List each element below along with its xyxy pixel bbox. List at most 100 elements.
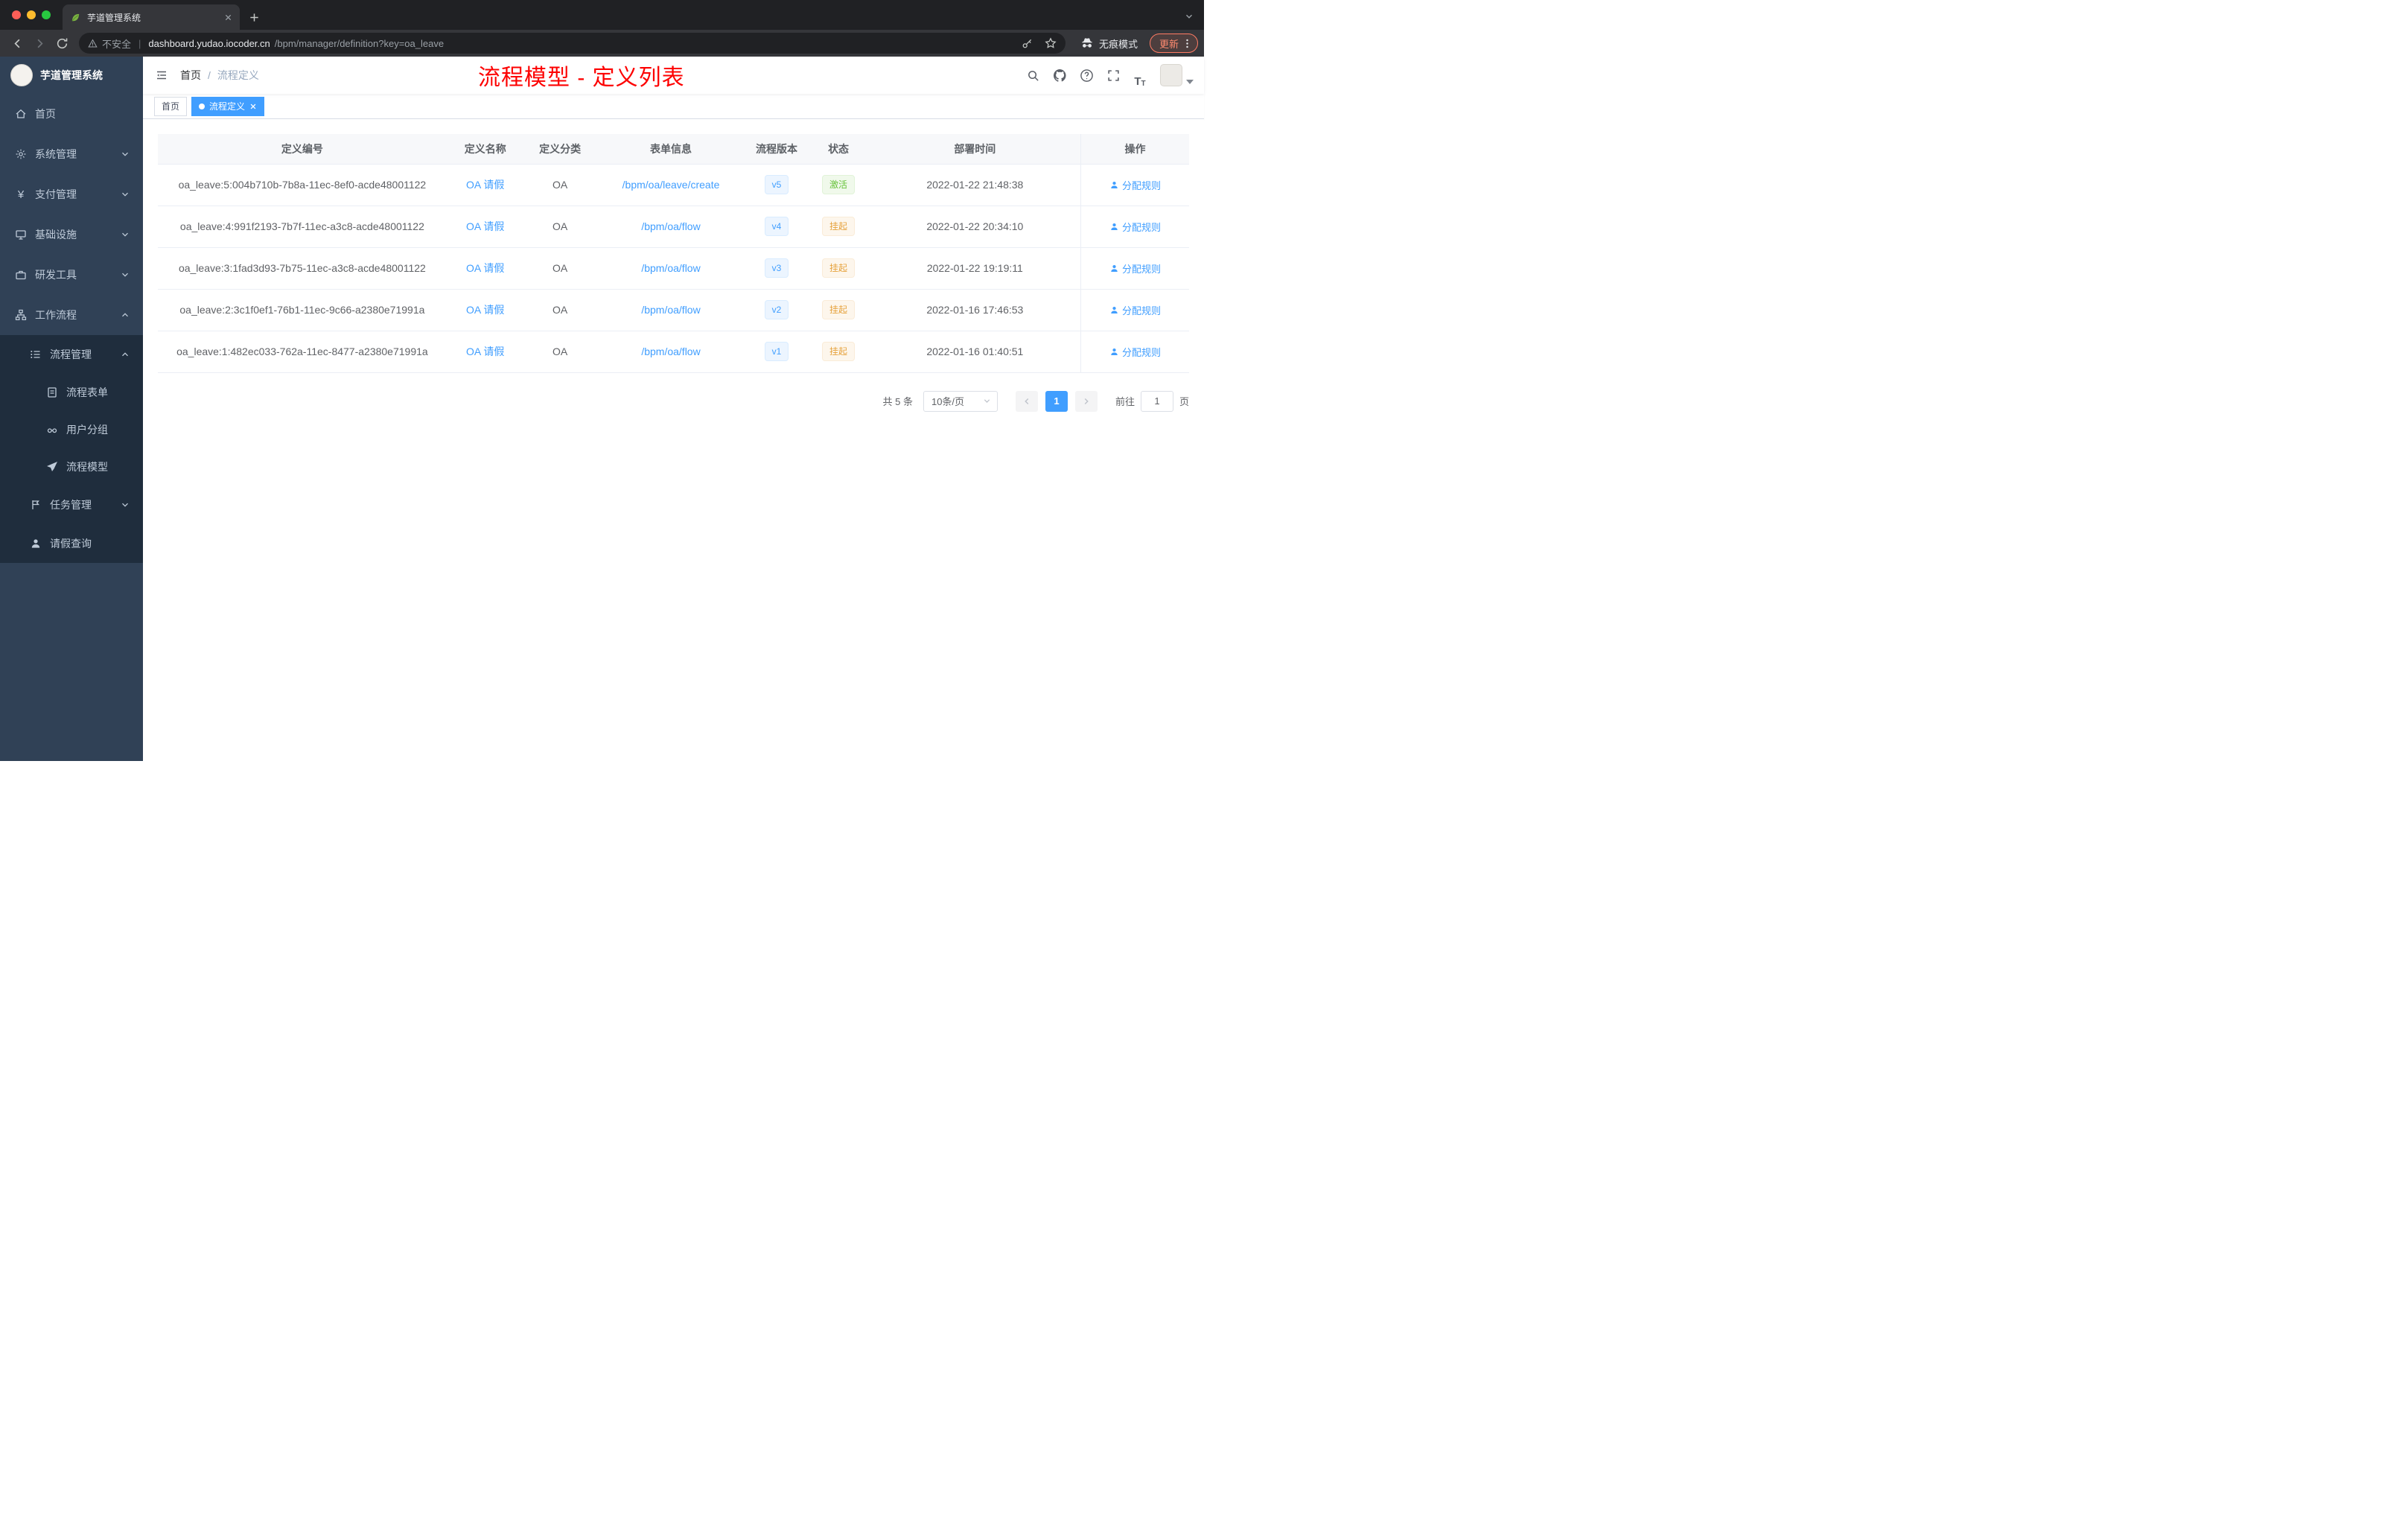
security-warning-icon[interactable]: [88, 39, 98, 48]
prev-page-button[interactable]: [1015, 390, 1038, 412]
table-header-row: 定义编号 定义名称 定义分类 表单信息 流程版本 状态 部署时间 操作: [158, 134, 1189, 165]
sidebar-item-home[interactable]: 首页: [0, 94, 143, 134]
page-unit-label: 页: [1179, 396, 1189, 407]
forward-icon[interactable]: [28, 32, 51, 54]
fullscreen-icon[interactable]: [1101, 63, 1126, 88]
status-badge: 挂起: [822, 258, 856, 278]
password-key-icon[interactable]: [1022, 38, 1033, 49]
form-link[interactable]: /bpm/oa/flow: [641, 220, 700, 232]
user-icon: [1109, 222, 1119, 232]
github-icon[interactable]: [1047, 63, 1072, 88]
cell-category: OA: [523, 289, 596, 331]
definition-name-link[interactable]: OA 请假: [466, 346, 504, 357]
goto-page: 前往 页: [1115, 390, 1189, 412]
briefcase-icon: [15, 269, 27, 281]
home-icon: [15, 108, 27, 120]
sidebar-item-workflow[interactable]: 工作流程: [0, 295, 143, 335]
form-link[interactable]: /bpm/oa/flow: [641, 304, 700, 316]
cell-definition-id: oa_leave:5:004b710b-7b8a-11ec-8ef0-acde4…: [158, 164, 447, 206]
user-icon: [1109, 180, 1119, 190]
avatar[interactable]: [1160, 64, 1182, 86]
tag-home[interactable]: 首页: [154, 96, 188, 116]
sidebar-menu: 首页 系统管理 支付管理 基础设施 研发工具: [0, 94, 143, 563]
sidebar-item-process-form[interactable]: 流程表单: [0, 374, 143, 411]
tag-close-icon[interactable]: [249, 103, 257, 110]
column-header: 流程版本: [745, 134, 808, 165]
version-badge: v1: [764, 342, 789, 361]
new-tab-button[interactable]: [249, 12, 260, 23]
table-row: oa_leave:3:1fad3d93-7b75-11ec-a3c8-acde4…: [158, 247, 1189, 290]
assign-rule-link[interactable]: 分配规则: [1122, 220, 1161, 234]
status-badge: 挂起: [822, 217, 856, 236]
close-window-button[interactable]: [12, 10, 21, 19]
user-menu[interactable]: [1160, 64, 1194, 86]
tab-strip: 芋道管理系统: [0, 0, 1204, 30]
maximize-window-button[interactable]: [42, 10, 51, 19]
cell-category: OA: [523, 247, 596, 290]
tab-close-icon[interactable]: [224, 13, 232, 22]
sidebar-item-user-group[interactable]: 用户分组: [0, 411, 143, 448]
reload-icon[interactable]: [51, 32, 73, 54]
bookmark-star-icon[interactable]: [1045, 37, 1057, 49]
browser-update-button[interactable]: 更新: [1149, 34, 1198, 53]
workflow-icon: [15, 309, 27, 321]
total-count: 共 5 条: [882, 396, 913, 407]
person-icon: [30, 538, 42, 550]
sidebar-item-process-management[interactable]: 流程管理: [0, 335, 143, 374]
assign-rule-link[interactable]: 分配规则: [1122, 261, 1161, 276]
sidebar-item-devtools[interactable]: 研发工具: [0, 255, 143, 295]
definition-name-link[interactable]: OA 请假: [466, 304, 504, 316]
definition-name-link[interactable]: OA 请假: [466, 262, 504, 274]
page-number-button[interactable]: 1: [1045, 390, 1068, 412]
page-size-select[interactable]: 10条/页: [923, 390, 998, 412]
form-link[interactable]: /bpm/oa/flow: [641, 262, 700, 274]
sidebar-logo[interactable]: 芋道管理系统: [0, 57, 143, 94]
cell-category: OA: [523, 331, 596, 373]
browser-chrome: 芋道管理系统 不安全 | dashboard.yudao.iocoder.cn …: [0, 0, 1204, 57]
breadcrumb-home[interactable]: 首页: [180, 68, 201, 83]
definition-name-link[interactable]: OA 请假: [466, 220, 504, 232]
sidebar-item-label: 流程管理: [50, 348, 92, 360]
goto-page-input[interactable]: [1140, 390, 1173, 412]
page-annotation: 流程模型 - 定义列表: [478, 66, 685, 90]
cell-definition-id: oa_leave:3:1fad3d93-7b75-11ec-a3c8-acde4…: [158, 247, 447, 290]
browser-tab[interactable]: 芋道管理系统: [63, 4, 240, 30]
sidebar-item-process-model[interactable]: 流程模型: [0, 448, 143, 485]
assign-rule-link[interactable]: 分配规则: [1122, 303, 1161, 317]
sidebar-item-payment[interactable]: 支付管理: [0, 174, 143, 214]
chevron-down-icon: [121, 270, 130, 279]
chevron-up-icon: [121, 311, 130, 319]
chevron-down-icon: [121, 500, 130, 509]
sidebar-item-system[interactable]: 系统管理: [0, 134, 143, 174]
sidebar-item-task-management[interactable]: 任务管理: [0, 485, 143, 524]
browser-menu-kebab-icon[interactable]: [1182, 38, 1193, 49]
sidebar-item-infrastructure[interactable]: 基础设施: [0, 214, 143, 255]
back-icon[interactable]: [6, 32, 28, 54]
minimize-window-button[interactable]: [27, 10, 36, 19]
version-badge: v2: [764, 300, 789, 319]
column-header: 表单信息: [596, 134, 746, 165]
tags-view-bar: 首页 流程定义: [143, 94, 1204, 119]
next-page-button[interactable]: [1074, 390, 1098, 412]
font-size-icon[interactable]: [1127, 63, 1153, 88]
assign-rule-link[interactable]: 分配规则: [1122, 178, 1161, 192]
table-row: oa_leave:2:3c1f0ef1-76b1-11ec-9c66-a2380…: [158, 289, 1189, 331]
form-link[interactable]: /bpm/oa/leave/create: [622, 179, 720, 191]
tag-process-definition[interactable]: 流程定义: [191, 96, 265, 116]
tab-favicon: [70, 12, 81, 23]
hamburger-icon[interactable]: [143, 57, 180, 94]
table-row: oa_leave:5:004b710b-7b8a-11ec-8ef0-acde4…: [158, 164, 1189, 206]
search-icon[interactable]: [1020, 63, 1045, 88]
column-header: 状态: [807, 134, 870, 165]
tab-search-icon[interactable]: [1185, 12, 1194, 21]
form-link[interactable]: /bpm/oa/flow: [641, 346, 700, 357]
definition-name-link[interactable]: OA 请假: [466, 179, 504, 191]
help-icon[interactable]: [1074, 63, 1099, 88]
sidebar-item-leave-query[interactable]: 请假查询: [0, 524, 143, 563]
cell-deploy-time: 2022-01-22 21:48:38: [869, 164, 1081, 206]
sidebar-item-label: 研发工具: [35, 269, 77, 281]
security-label[interactable]: 不安全: [102, 36, 131, 51]
assign-rule-link[interactable]: 分配规则: [1122, 345, 1161, 359]
status-badge: 挂起: [822, 342, 856, 361]
address-bar[interactable]: 不安全 | dashboard.yudao.iocoder.cn/bpm/man…: [79, 33, 1066, 54]
